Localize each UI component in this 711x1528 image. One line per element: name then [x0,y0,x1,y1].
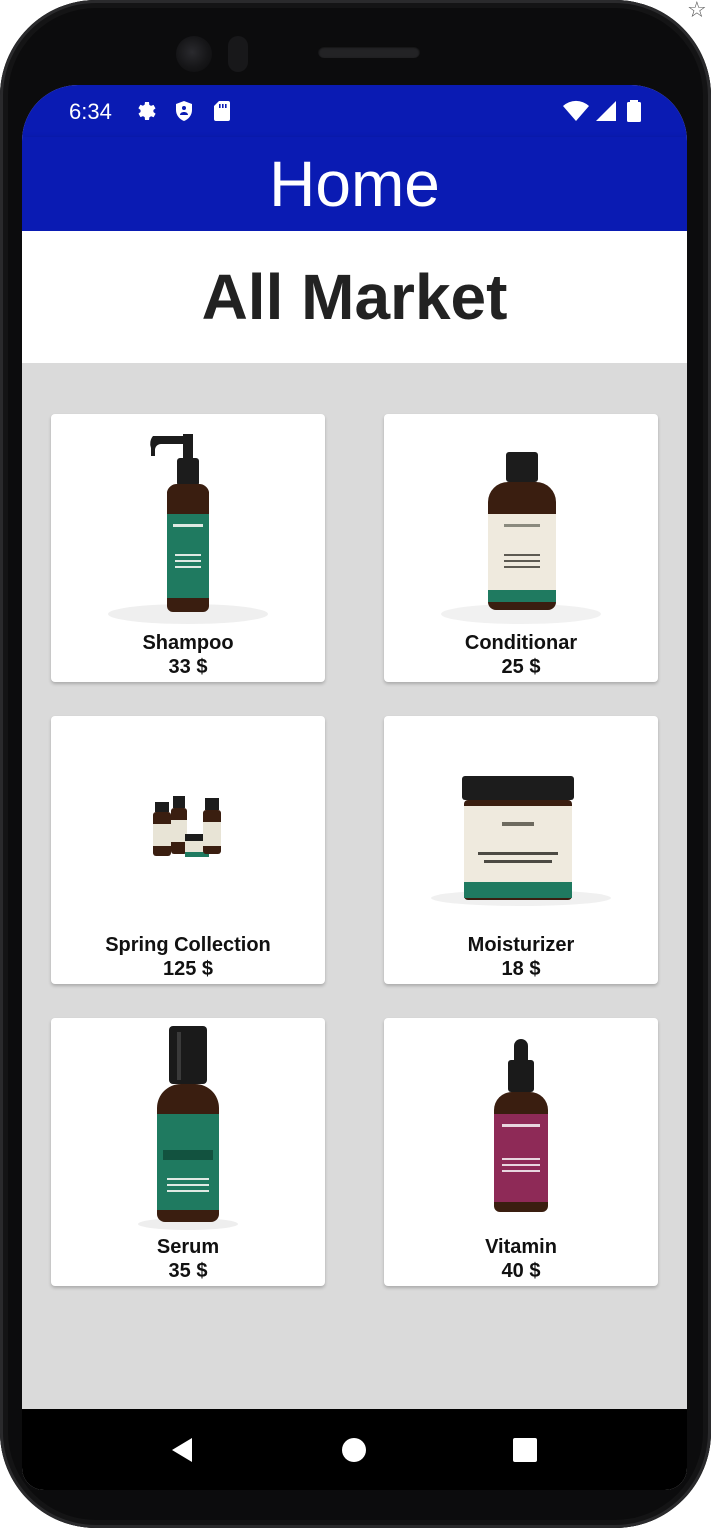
product-image [153,796,221,857]
product-price: 25 $ [501,656,541,678]
star-icon: ☆ [687,0,707,22]
product-price: 18 $ [501,958,541,980]
back-icon[interactable] [168,1435,198,1465]
status-bar: 6:34 [22,85,687,137]
product-name: Moisturizer [467,934,575,956]
product-price: 35 $ [168,1260,208,1282]
app-bar: Home [22,137,687,231]
product-card-conditionar[interactable]: Conditionar 25 $ [384,414,658,682]
product-name: Spring Collection [105,934,271,956]
product-price: 40 $ [501,1260,541,1282]
product-image [108,434,268,624]
wifi-icon [563,100,589,121]
product-image [494,1039,548,1212]
recents-icon[interactable] [510,1435,540,1465]
product-price: 125 $ [162,958,214,980]
product-card-serum[interactable]: Serum 35 $ [51,1018,325,1286]
section-header: All Market [22,231,687,363]
product-card-shampoo[interactable]: Shampoo 33 $ [51,414,325,682]
gear-icon [138,102,156,120]
product-card-moisturizer[interactable]: Moisturizer 18 $ [384,716,658,984]
status-time: 6:34 [69,99,112,124]
product-card-spring-collection[interactable]: Spring Collection 125 $ [51,716,325,984]
navigation-bar [22,1409,687,1490]
product-card-vitamin[interactable]: Vitamin 40 $ [384,1018,658,1286]
signal-icon [596,101,616,121]
app-bar-title: Home [269,148,440,220]
product-image [431,776,611,906]
product-name: Serum [156,1236,220,1258]
proximity-sensor [228,36,248,72]
phone-frame: ☆ 6:34 Home All Market Shampoo 33 $ Cond… [0,0,711,1528]
product-name: Shampoo [142,632,234,654]
product-image [441,452,601,624]
battery-icon [627,100,641,122]
product-price: 33 $ [168,656,208,678]
front-camera [176,36,212,72]
sd-card-icon [214,101,230,121]
shield-icon [176,101,192,121]
section-title: All Market [201,261,508,333]
product-image [138,1026,238,1230]
home-icon[interactable] [339,1435,369,1465]
screen: 6:34 Home All Market Shampoo 33 $ Condit… [22,85,687,1490]
earpiece-speaker [318,46,420,58]
product-name: Conditionar [464,632,578,654]
product-name: Vitamin [485,1236,557,1258]
